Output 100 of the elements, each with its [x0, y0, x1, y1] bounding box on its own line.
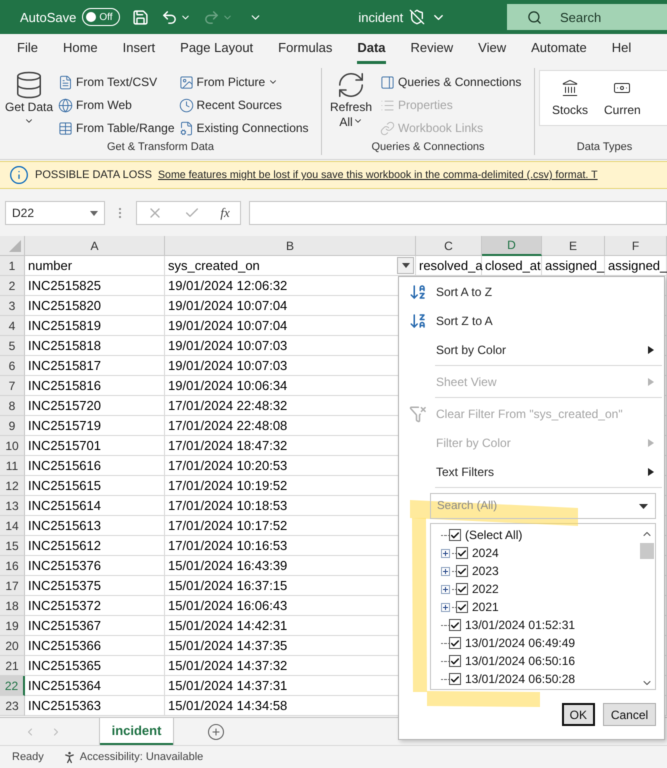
cancel-button[interactable]: Cancel — [603, 703, 656, 726]
filter-dropdown-button[interactable] — [397, 257, 414, 274]
ribbon-tab[interactable]: File — [17, 40, 38, 64]
insert-function-button[interactable]: fx — [220, 205, 230, 221]
name-box[interactable]: D22 — [5, 201, 105, 225]
table-cell: assigned_ — [545, 258, 604, 273]
ribbon-tab[interactable]: Home — [62, 40, 98, 64]
shield-icon[interactable] — [409, 9, 426, 25]
globe-icon — [58, 98, 73, 112]
autosave-toggle[interactable]: Off — [82, 8, 120, 26]
row-header[interactable]: 21 — [0, 656, 25, 676]
status-text: Ready — [12, 751, 44, 763]
row-header[interactable]: 16 — [0, 556, 25, 576]
checkbox[interactable] — [449, 619, 461, 631]
search-icon — [527, 10, 542, 24]
row-header[interactable]: 5 — [0, 336, 25, 356]
column-header[interactable]: F — [605, 236, 667, 256]
ribbon-button[interactable]: From Table/Range — [58, 118, 174, 138]
checkbox[interactable] — [449, 655, 461, 667]
checkbox[interactable] — [449, 529, 461, 541]
menu-item[interactable]: Sort A to Z — [399, 277, 664, 306]
ribbon-button[interactable]: Recent Sources — [178, 95, 309, 115]
row-header[interactable]: 23 — [0, 696, 25, 716]
gallery-item[interactable]: Stocks — [552, 79, 588, 117]
column-header[interactable]: E — [542, 236, 605, 256]
ribbon-tab[interactable]: Page Layout — [180, 40, 254, 64]
checkbox[interactable] — [456, 601, 468, 613]
row-header[interactable]: 3 — [0, 296, 25, 316]
undo-icon[interactable] — [161, 8, 178, 26]
table-cell: 15/01/2024 16:37:15 — [168, 578, 288, 593]
accessibility-status[interactable]: Accessibility: Unavailable — [80, 751, 204, 763]
column-header[interactable]: D — [482, 236, 542, 256]
caret-icon — [402, 263, 410, 268]
group-label: Data Types — [576, 141, 634, 155]
info-link[interactable]: Some features might be lost if you save this workbook in the comma-delimited (.csv) format. T — [158, 169, 598, 181]
clear-filter-icon — [408, 404, 426, 422]
row-header[interactable]: 1 — [0, 256, 25, 276]
database-icon — [14, 70, 44, 100]
ribbon-button[interactable]: Queries & Connections — [380, 72, 522, 92]
menu-item[interactable]: Sort by Color — [399, 335, 664, 364]
row-header[interactable]: 10 — [0, 436, 25, 456]
row-header[interactable]: 18 — [0, 596, 25, 616]
row-header[interactable]: 14 — [0, 516, 25, 536]
column-header[interactable]: A — [25, 236, 165, 256]
ribbon-tab[interactable]: View — [478, 40, 506, 64]
expand-icon[interactable] — [441, 566, 450, 576]
row-header[interactable]: 7 — [0, 376, 25, 396]
ribbon-button[interactable]: From Picture — [178, 72, 309, 92]
row-header[interactable]: 15 — [0, 536, 25, 556]
ok-button[interactable]: OK — [562, 703, 595, 726]
search-field[interactable]: Search (All) — [430, 493, 656, 519]
ribbon-button[interactable]: Get Data — [4, 68, 54, 141]
ribbon-button[interactable]: Existing Connections — [178, 118, 309, 138]
row-header[interactable]: 6 — [0, 356, 25, 376]
caret-icon[interactable] — [639, 504, 648, 509]
checkbox[interactable] — [456, 547, 468, 559]
ribbon-tab[interactable]: Formulas — [278, 40, 332, 64]
search-field[interactable]: Search — [507, 4, 667, 30]
save-icon[interactable] — [132, 8, 150, 26]
ribbon-tab[interactable]: Automate — [531, 40, 587, 64]
row-header[interactable]: 2 — [0, 276, 25, 296]
ribbon-button[interactable]: From Web — [58, 95, 174, 115]
expand-icon[interactable] — [441, 548, 450, 558]
row-header[interactable]: 8 — [0, 396, 25, 416]
table-cell: 17/01/2024 10:17:52 — [168, 518, 288, 533]
row-header[interactable]: 4 — [0, 316, 25, 336]
row-header[interactable]: 17 — [0, 576, 25, 596]
column-header[interactable]: C — [416, 236, 482, 256]
list-item-label: 13/01/2024 06:50:28 — [465, 672, 576, 686]
ribbon-tab[interactable]: Data — [357, 40, 386, 64]
expand-icon[interactable] — [441, 602, 450, 612]
checkbox[interactable] — [449, 673, 461, 685]
sheet-tab[interactable]: incident — [100, 718, 173, 745]
checkbox[interactable] — [456, 583, 468, 595]
list-item-label: 13/01/2024 06:49:49 — [465, 636, 576, 650]
row-header[interactable]: 11 — [0, 456, 25, 476]
table-cell: 19/01/2024 10:07:04 — [168, 318, 288, 333]
expand-icon[interactable] — [441, 584, 450, 594]
checkbox[interactable] — [456, 565, 468, 577]
checkbox[interactable] — [449, 637, 461, 649]
row-header[interactable]: 13 — [0, 496, 25, 516]
menu-item[interactable]: Text Filters — [399, 457, 664, 486]
table-cell: 15/01/2024 14:34:58 — [168, 698, 288, 713]
row-header[interactable]: 22 — [0, 676, 25, 696]
ribbon-tab[interactable]: Insert — [122, 40, 156, 64]
ribbon-tab[interactable]: Hel — [612, 40, 632, 64]
row-header[interactable]: 19 — [0, 616, 25, 636]
ribbon-button[interactable]: Refresh All — [326, 68, 376, 141]
ribbon-tab[interactable]: Review — [410, 40, 454, 64]
formula-input[interactable] — [249, 201, 667, 225]
link-icon — [380, 120, 395, 136]
gallery-item[interactable]: Curren — [604, 79, 641, 117]
row-header[interactable]: 12 — [0, 476, 25, 496]
scrollbar-thumb[interactable] — [640, 543, 654, 559]
row-header[interactable]: 9 — [0, 416, 25, 436]
column-header[interactable]: B — [165, 236, 416, 256]
ribbon-button[interactable]: From Text/CSV — [58, 72, 174, 92]
row-header[interactable]: 20 — [0, 636, 25, 656]
list-item-label: 13/01/2024 01:52:31 — [465, 618, 576, 632]
menu-item[interactable]: Sort Z to A — [399, 306, 664, 335]
